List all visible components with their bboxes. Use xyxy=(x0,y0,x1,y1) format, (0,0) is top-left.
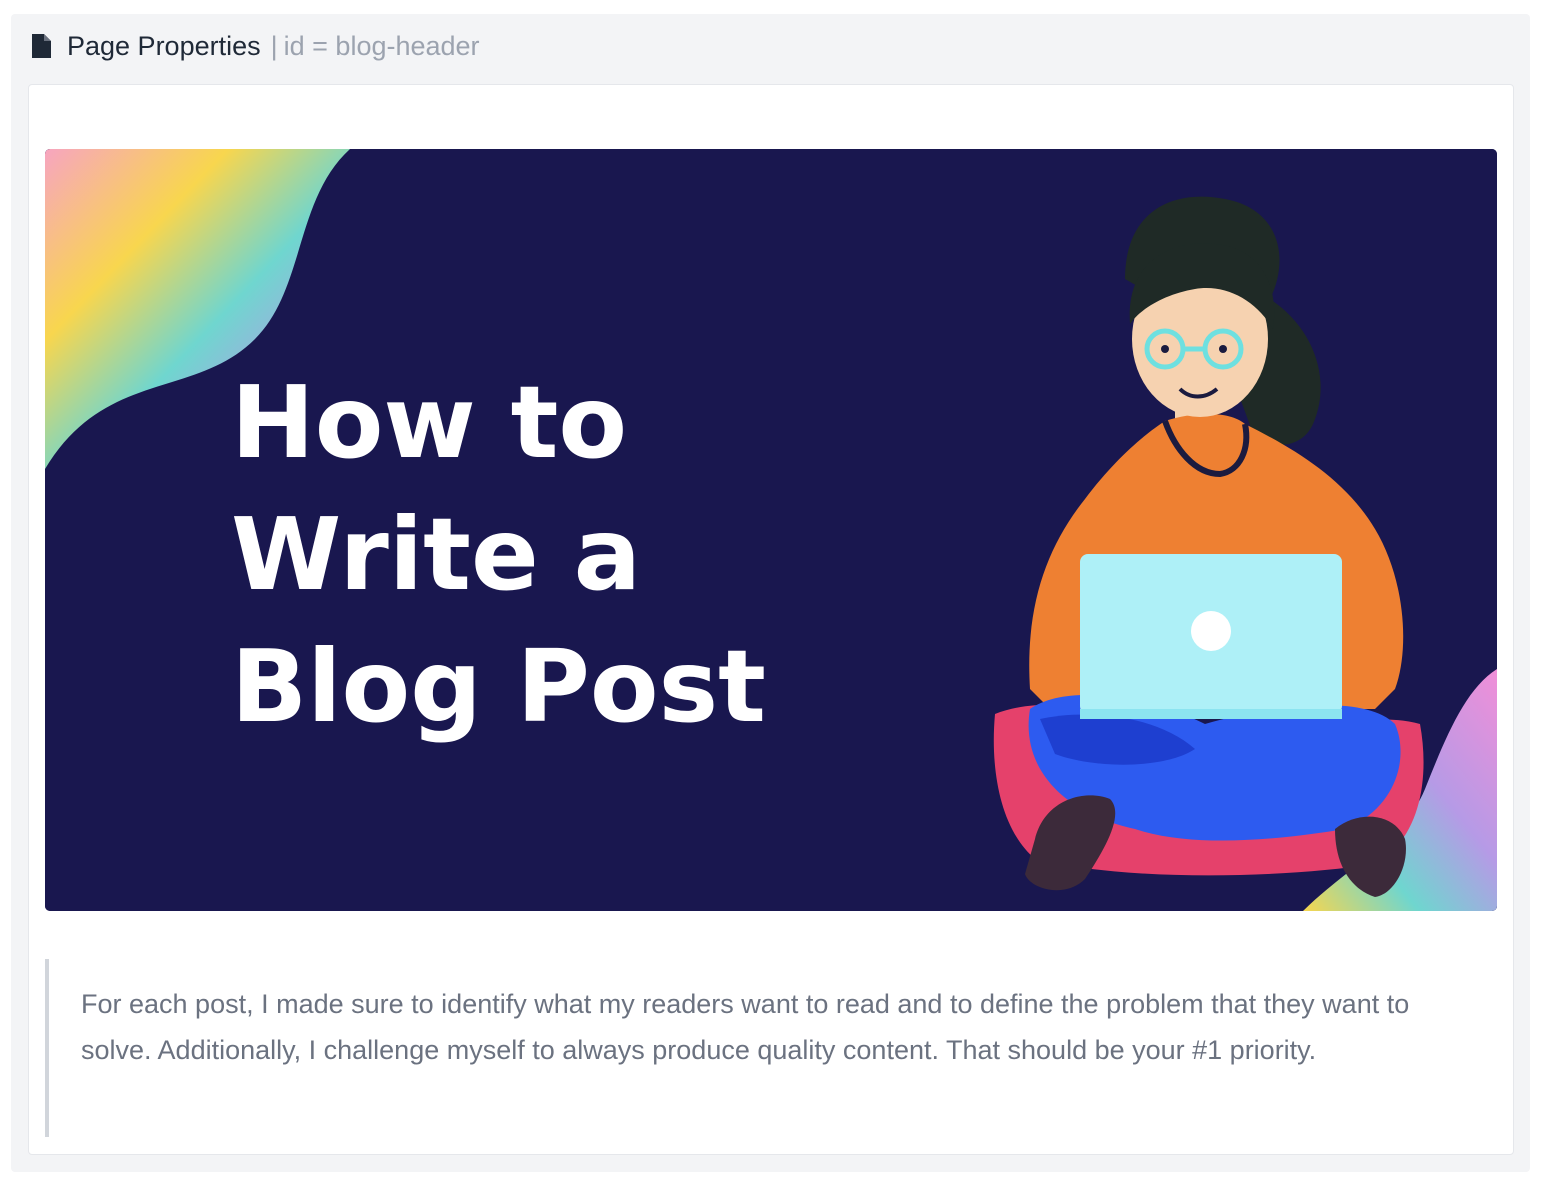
quote-text: For each post, I made sure to identify w… xyxy=(81,989,1410,1065)
blog-header-image: How to Write a Blog Post xyxy=(45,149,1497,911)
element-id-label: id = blog-header xyxy=(283,30,480,61)
page-properties-panel: Page Properties | id = blog-header How t… xyxy=(11,14,1530,1172)
header-separator: | xyxy=(270,30,278,61)
document-icon xyxy=(31,34,51,58)
panel-header: Page Properties | id = blog-header xyxy=(31,30,480,62)
banner-title-line-1: How to xyxy=(231,364,627,481)
content-card: How to Write a Blog Post For each post, … xyxy=(28,84,1514,1155)
banner-title-line-3: Blog Post xyxy=(231,628,766,745)
banner-title-line-2: Write a xyxy=(231,496,641,613)
page-title: Page Properties xyxy=(67,30,261,61)
blockquote: For each post, I made sure to identify w… xyxy=(45,959,1449,1137)
